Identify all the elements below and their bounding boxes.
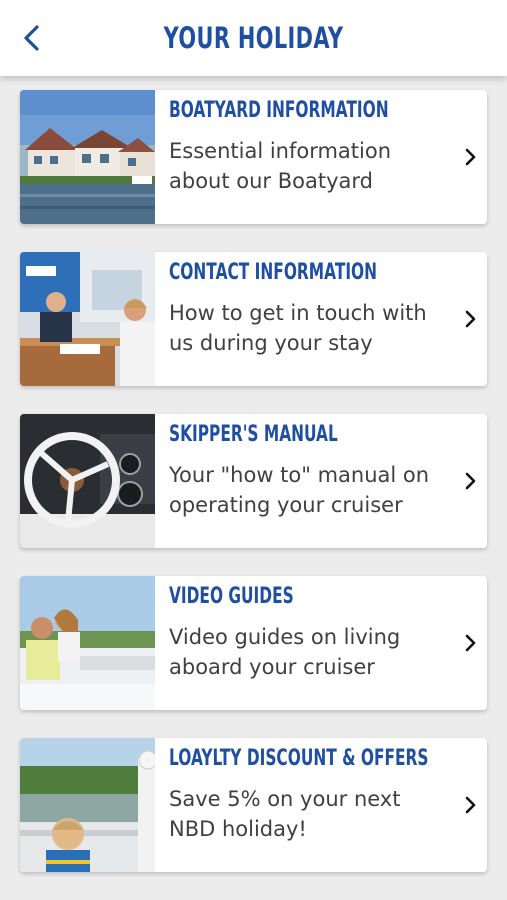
- card-description-line: us during your stay: [169, 331, 373, 355]
- skippers-manual-card[interactable]: SKIPPER'S MANUAL Your "how to" manual on…: [20, 414, 487, 548]
- card-description: How to get in touch with us during your …: [169, 298, 454, 358]
- card-description-line: Save 5% on your next: [169, 787, 401, 811]
- card-title: LOAYLTY DISCOUNT & OFFERS: [169, 746, 429, 771]
- chevron-right-icon: [465, 148, 476, 166]
- card-description-line: aboard your cruiser: [169, 655, 375, 679]
- loyalty-discount-card[interactable]: LOAYLTY DISCOUNT & OFFERS Save 5% on you…: [20, 738, 487, 872]
- card-title: CONTACT INFORMATION: [169, 260, 378, 285]
- couple-on-boat-photo: [20, 576, 155, 710]
- card-description-line: Essential information: [169, 139, 392, 163]
- chevron-right-icon: [465, 472, 476, 490]
- card-description-line: about our Boatyard: [169, 169, 373, 193]
- boatyard-photo: [20, 90, 155, 224]
- child-on-boat-photo: [20, 738, 155, 872]
- helm-photo: [20, 414, 155, 548]
- card-description-line: NBD holiday!: [169, 817, 307, 841]
- chevron-right-icon: [465, 796, 476, 814]
- card-title: VIDEO GUIDES: [169, 584, 294, 609]
- contact-photo: [20, 252, 155, 386]
- app-header: YOUR HOLIDAY: [0, 0, 507, 76]
- card-title: BOATYARD INFORMATION: [169, 98, 389, 123]
- card-description: Your "how to" manual on operating your c…: [169, 460, 454, 520]
- chevron-left-icon: [24, 25, 39, 51]
- chevron-right-icon: [465, 310, 476, 328]
- card-description-line: How to get in touch with: [169, 301, 427, 325]
- video-guides-card[interactable]: VIDEO GUIDES Video guides on living aboa…: [20, 576, 487, 710]
- contact-information-card[interactable]: CONTACT INFORMATION How to get in touch …: [20, 252, 487, 386]
- card-description-line: operating your cruiser: [169, 493, 403, 517]
- back-button[interactable]: [14, 18, 48, 58]
- card-description: Video guides on living aboard your cruis…: [169, 622, 454, 682]
- card-description: Save 5% on your next NBD holiday!: [169, 784, 454, 844]
- chevron-right-icon: [465, 634, 476, 652]
- page-title: YOUR HOLIDAY: [163, 21, 344, 55]
- card-description: Essential information about our Boatyard: [169, 136, 454, 196]
- card-title: SKIPPER'S MANUAL: [169, 422, 338, 447]
- boatyard-information-card[interactable]: BOATYARD INFORMATION Essential informati…: [20, 90, 487, 224]
- card-description-line: Your "how to" manual on: [169, 463, 430, 487]
- card-description-line: Video guides on living: [169, 625, 401, 649]
